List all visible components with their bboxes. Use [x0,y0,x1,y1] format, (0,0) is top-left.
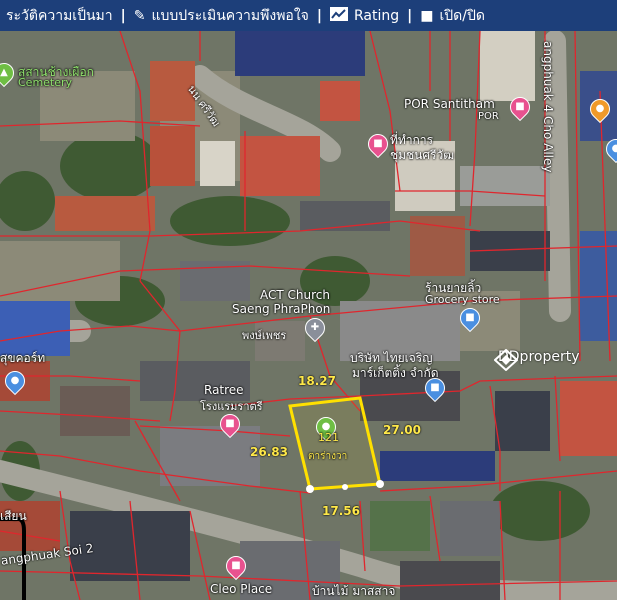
por-sub-label: POR [478,111,499,122]
cemetery-label-en: Cemetery [18,76,73,89]
nav-item-survey-label: แบบประเมินความพึงพอใจ [151,7,309,24]
nav-separator: | [407,7,413,24]
satellite-map[interactable]: ▲ ■ ■ ● ■ ✚ ■ ■ ● ■ ● ● สุสานช้างเผือก C… [0,31,617,600]
nav-item-toggle-label: เปิด/ปิด [439,7,485,24]
left-poi-label: สุขคอร์ท [0,351,46,365]
bottom-left-label: เสียน [0,509,27,523]
nav-separator: | [120,7,126,24]
dim-left: 26.83 [250,445,288,459]
church-label-th: พงษ์เพชร [242,329,287,342]
square-icon: ■ [420,7,434,24]
ddproperty-watermark: DDproperty [494,349,580,371]
office-label-2: ชุมชนศรีวัฒ [390,148,455,162]
dim-right: 27.00 [383,423,421,437]
plot-number: 121 [318,431,339,444]
por-label: POR Santitham [404,97,495,111]
plot-name: ตาร่างวา [308,451,348,462]
church-label-2: Saeng PhraPhon [232,302,331,316]
dim-bottom: 17.56 [322,504,360,518]
church-label-1: ACT Church [260,288,330,302]
grocery-label-en: Grocery store [425,293,500,306]
bottom-right-label: บ้านไม้ มาสสาจ [312,584,396,598]
alley-label: angphuak 4 Cho Alley [541,41,555,173]
nav-item-toggle[interactable]: ■ เปิด/ปิด [414,5,491,27]
nav-item-rating-label: Rating [354,7,400,24]
edit-icon: ✎ [133,7,146,24]
dim-top: 18.27 [298,374,336,388]
cleo-label: Cleo Place [210,582,273,596]
chart-icon [330,6,348,25]
ddproperty-logo-icon [494,349,518,371]
ratree-label-en: Ratree [204,383,244,397]
nav-item-survey[interactable]: ✎ แบบประเมินความพึงพอใจ [128,5,315,27]
ratree-label-th: โรงแรมราตรี [200,400,263,413]
top-navigation-bar: ระวัติความเป็นมา | ✎ แบบประเมินความพึงพอ… [0,0,617,31]
nav-separator: | [316,7,322,24]
nav-item-history[interactable]: ระวัติความเป็นมา [0,5,119,27]
nav-item-history-label: ระวัติความเป็นมา [6,7,113,24]
company-label-2: มาร์เก็ตติ้ง จำกัด [352,366,439,380]
nav-item-rating[interactable]: Rating [324,6,405,25]
